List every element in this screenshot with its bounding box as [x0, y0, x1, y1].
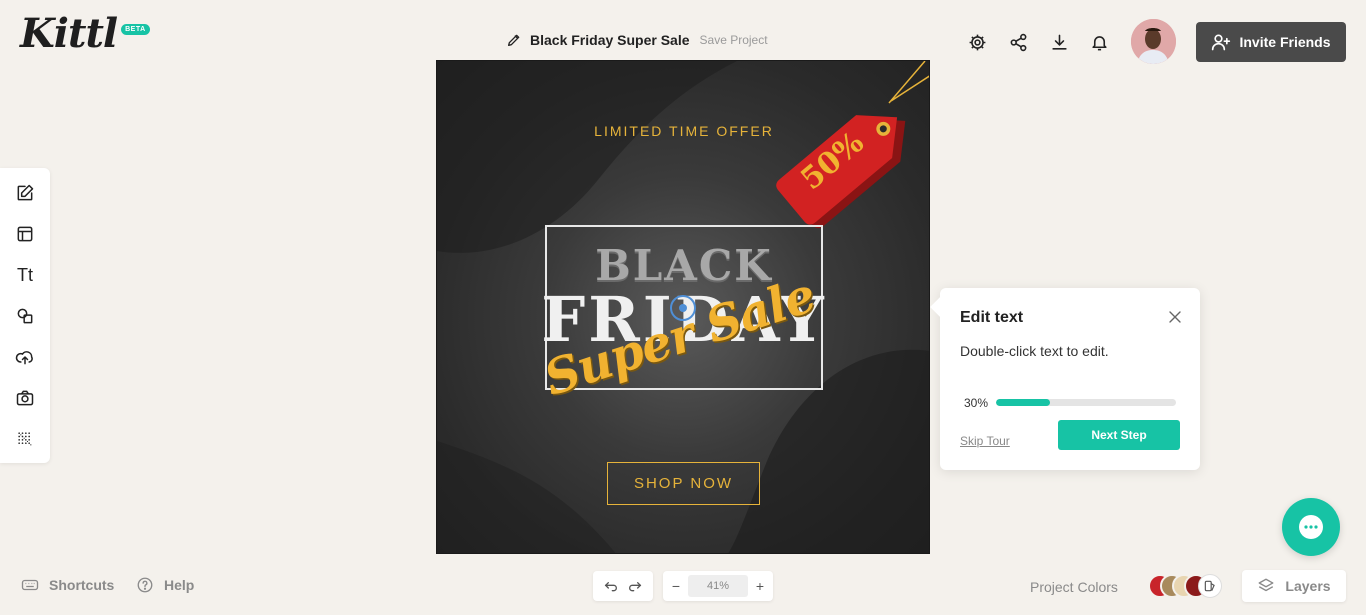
- camera-icon[interactable]: [14, 387, 36, 409]
- skip-tour-link[interactable]: Skip Tour: [960, 434, 1010, 448]
- gear-icon[interactable]: [966, 31, 988, 53]
- palette-icon[interactable]: [1198, 574, 1222, 598]
- design-canvas[interactable]: LIMITED TIME OFFER 50% BLACK FRIDAY Supe…: [436, 60, 930, 554]
- keyboard-icon: [21, 579, 39, 591]
- shapes-icon[interactable]: [14, 305, 36, 327]
- help-button[interactable]: Help: [136, 576, 194, 594]
- add-user-icon: [1212, 34, 1231, 51]
- layers-icon: [1258, 578, 1274, 592]
- discount-tag[interactable]: 50%: [755, 61, 930, 251]
- kittl-logo[interactable]: Kittl BETA: [20, 14, 150, 54]
- zoom-control: − 41% +: [663, 571, 773, 601]
- pencil-icon[interactable]: [506, 32, 522, 48]
- shortcuts-button[interactable]: Shortcuts: [21, 576, 114, 594]
- shop-now-button-graphic[interactable]: SHOP NOW: [607, 462, 760, 505]
- save-project-link[interactable]: Save Project: [700, 33, 768, 47]
- undo-redo-group: [593, 571, 653, 601]
- project-colors-label: Project Colors: [1030, 579, 1118, 595]
- tour-popup: Edit text Double-click text to edit. 30%…: [940, 288, 1200, 470]
- tour-progress-label: 30%: [964, 396, 989, 410]
- text-cursor-indicator: [670, 295, 696, 321]
- tour-body: Double-click text to edit.: [960, 343, 1109, 359]
- layers-label: Layers: [1285, 578, 1331, 594]
- next-step-button[interactable]: Next Step: [1058, 420, 1180, 450]
- templates-icon[interactable]: [14, 223, 36, 245]
- undo-icon[interactable]: [603, 578, 619, 594]
- shortcuts-label: Shortcuts: [49, 577, 115, 593]
- redo-icon[interactable]: [627, 578, 643, 594]
- logo-text: Kittl: [20, 10, 118, 57]
- upload-icon[interactable]: [14, 346, 36, 368]
- layers-button[interactable]: Layers: [1242, 570, 1346, 602]
- project-title[interactable]: Black Friday Super Sale: [530, 32, 690, 48]
- beta-badge: BETA: [121, 24, 150, 35]
- text-icon[interactable]: Tt: [14, 264, 36, 286]
- chat-icon: [1299, 515, 1323, 539]
- zoom-value[interactable]: 41%: [688, 575, 748, 597]
- share-icon[interactable]: [1007, 31, 1029, 53]
- project-color-swatches[interactable]: [1148, 574, 1228, 598]
- zoom-out-button[interactable]: −: [669, 578, 683, 594]
- download-icon[interactable]: [1048, 31, 1070, 53]
- tour-progress-fill: [996, 399, 1050, 406]
- tour-title: Edit text: [960, 309, 1024, 326]
- help-label: Help: [164, 577, 195, 593]
- project-title-bar: Black Friday Super Sale Save Project: [506, 32, 768, 48]
- zoom-in-button[interactable]: +: [753, 578, 767, 594]
- user-avatar[interactable]: [1131, 19, 1176, 64]
- tour-progress-bar: [996, 399, 1176, 406]
- left-toolbar: Tt: [0, 168, 50, 463]
- help-icon: [137, 577, 153, 593]
- chat-button[interactable]: [1282, 498, 1340, 556]
- bell-icon[interactable]: [1088, 31, 1110, 53]
- invite-label: Invite Friends: [1239, 34, 1331, 50]
- close-icon[interactable]: [1168, 310, 1182, 324]
- invite-friends-button[interactable]: Invite Friends: [1196, 22, 1346, 62]
- edit-icon[interactable]: [14, 182, 36, 204]
- texture-icon[interactable]: [14, 428, 36, 450]
